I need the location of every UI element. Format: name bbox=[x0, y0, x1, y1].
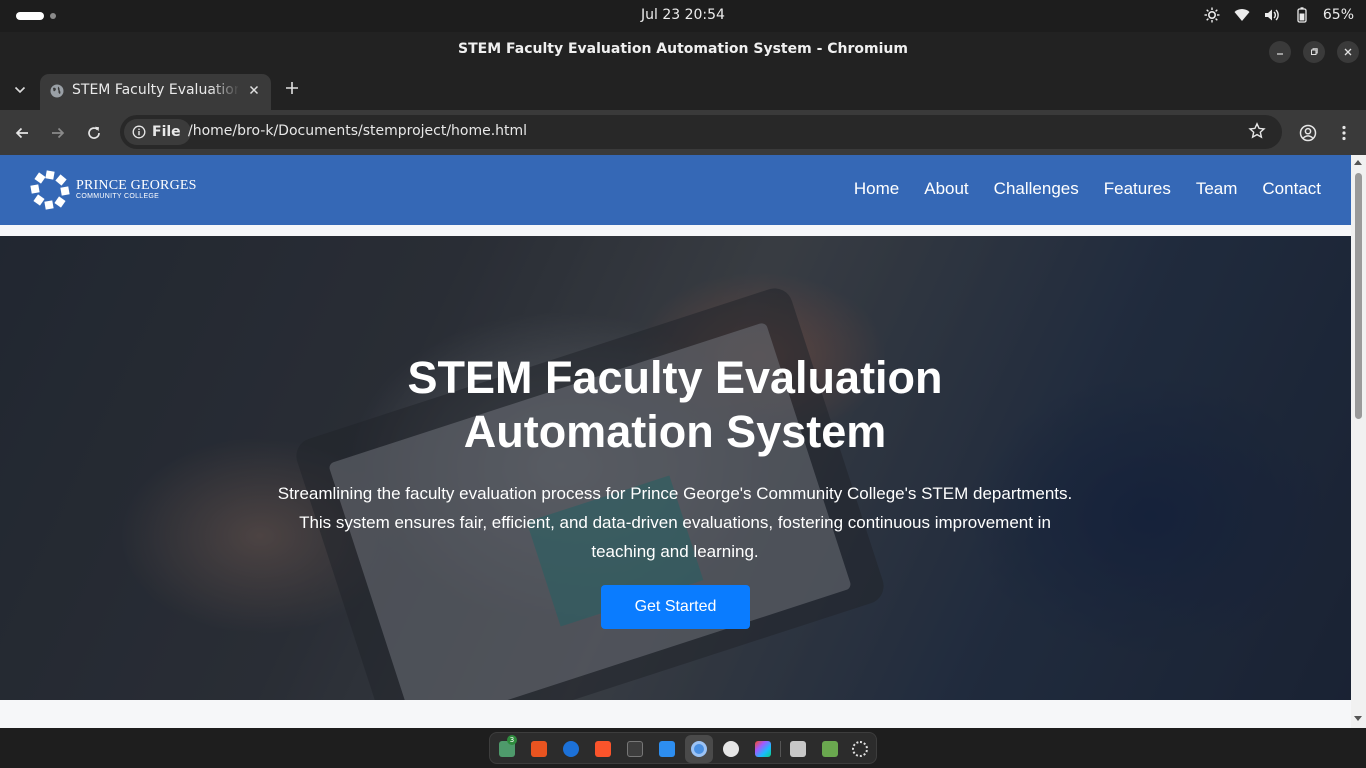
kebab-menu-icon bbox=[1342, 125, 1346, 141]
arrow-left-icon bbox=[15, 127, 28, 139]
clock[interactable]: Jul 23 20:54 bbox=[0, 7, 1366, 23]
battery-icon bbox=[1293, 6, 1311, 24]
reload-icon bbox=[88, 126, 100, 139]
minimize-button[interactable] bbox=[1269, 41, 1291, 63]
nav-link-team[interactable]: Team bbox=[1196, 179, 1238, 199]
college-logo[interactable]: PRINCE GEORGES COMMUNITY COLLEGE bbox=[30, 170, 196, 210]
dock-area: 3 bbox=[0, 728, 1366, 768]
college-logo-icon bbox=[30, 170, 70, 210]
nav-link-home[interactable]: Home bbox=[854, 179, 899, 199]
hero-title: STEM Faculty Evaluation Automation Syste… bbox=[275, 351, 1075, 459]
dock-separator bbox=[780, 741, 781, 757]
back-button[interactable] bbox=[11, 122, 33, 144]
wifi-icon bbox=[1233, 6, 1251, 24]
app-center-icon[interactable] bbox=[531, 741, 547, 757]
restore-icon bbox=[1311, 48, 1318, 55]
vscode-icon[interactable] bbox=[659, 741, 675, 757]
page-viewport: PRINCE GEORGES COMMUNITY COLLEGE Home Ab… bbox=[0, 155, 1351, 728]
close-icon bbox=[249, 85, 259, 95]
scroll-down-arrow-icon[interactable] bbox=[1354, 716, 1362, 721]
hero-title-line1: STEM Faculty Evaluation bbox=[407, 352, 943, 403]
url-text[interactable]: /home/bro-k/Documents/stemproject/home.h… bbox=[188, 123, 527, 139]
scroll-up-arrow-icon[interactable] bbox=[1354, 160, 1362, 165]
figma-icon[interactable] bbox=[755, 741, 771, 757]
minimize-icon bbox=[1277, 53, 1283, 55]
profile-icon bbox=[1299, 124, 1317, 142]
tab-strip: STEM Faculty Evaluation Automation Syste… bbox=[0, 68, 1366, 110]
volume-icon bbox=[1263, 6, 1281, 24]
help-icon[interactable] bbox=[563, 741, 579, 757]
page-scrollbar[interactable] bbox=[1351, 155, 1366, 728]
logo-text-secondary: COMMUNITY COLLEGE bbox=[76, 193, 160, 200]
plus-icon bbox=[286, 82, 298, 94]
window-title: STEM Faculty Evaluation Automation Syste… bbox=[458, 41, 908, 57]
tab-active[interactable]: STEM Faculty Evaluation Automation Syste… bbox=[40, 74, 271, 110]
terminal-icon[interactable] bbox=[627, 741, 643, 757]
battery-percent: 65% bbox=[1322, 7, 1354, 23]
site-navbar: PRINCE GEORGES COMMUNITY COLLEGE Home Ab… bbox=[0, 155, 1351, 225]
browser-toolbar: File /home/bro-k/Documents/stemproject/h… bbox=[0, 110, 1366, 155]
forward-button[interactable] bbox=[47, 122, 69, 144]
tab-close-button[interactable] bbox=[245, 81, 263, 99]
hero-subtitle: Streamlining the faculty evaluation proc… bbox=[277, 484, 1073, 561]
nav-link-contact[interactable]: Contact bbox=[1262, 179, 1321, 199]
new-tab-button[interactable] bbox=[282, 78, 302, 98]
brave-icon[interactable] bbox=[595, 741, 611, 757]
address-bar[interactable]: File /home/bro-k/Documents/stemproject/h… bbox=[120, 115, 1282, 149]
logo-text-primary: PRINCE GEORGES bbox=[76, 178, 197, 193]
text-editor-icon[interactable] bbox=[790, 741, 806, 757]
tab-search-button[interactable] bbox=[8, 80, 32, 100]
chevron-down-icon bbox=[14, 86, 26, 94]
nav-links: Home About Challenges Features Team Cont… bbox=[854, 179, 1321, 199]
nav-link-features[interactable]: Features bbox=[1104, 179, 1171, 199]
bookmark-star-icon[interactable] bbox=[1248, 122, 1268, 142]
arrow-right-icon bbox=[52, 127, 65, 139]
close-icon bbox=[1344, 48, 1352, 56]
dock: 3 bbox=[489, 732, 877, 764]
site-info-button[interactable]: File bbox=[124, 119, 191, 145]
window-titlebar[interactable]: STEM Faculty Evaluation Automation Syste… bbox=[0, 32, 1366, 68]
get-started-button[interactable]: Get Started bbox=[601, 585, 750, 629]
hero-section: STEM Faculty Evaluation Automation Syste… bbox=[0, 236, 1351, 700]
night-light-icon bbox=[1203, 6, 1221, 24]
menu-button[interactable] bbox=[1333, 122, 1355, 144]
nav-link-challenges[interactable]: Challenges bbox=[994, 179, 1079, 199]
hero-title-line2: Automation System bbox=[463, 406, 887, 457]
nav-link-about[interactable]: About bbox=[924, 179, 968, 199]
system-top-bar: Jul 23 20:54 65% bbox=[0, 0, 1366, 32]
system-tray[interactable]: 65% bbox=[1203, 6, 1354, 24]
tab-title-fade bbox=[210, 80, 240, 102]
close-window-button[interactable] bbox=[1337, 41, 1359, 63]
chromium-icon[interactable] bbox=[691, 741, 707, 757]
profile-button[interactable] bbox=[1297, 122, 1319, 144]
github-icon[interactable] bbox=[723, 741, 739, 757]
reload-button[interactable] bbox=[83, 122, 105, 144]
trash-icon[interactable] bbox=[822, 741, 838, 757]
scrollbar-thumb[interactable] bbox=[1355, 173, 1362, 419]
files-badge: 3 bbox=[507, 735, 517, 745]
maximize-button[interactable] bbox=[1303, 41, 1325, 63]
hero-content: STEM Faculty Evaluation Automation Syste… bbox=[0, 236, 1351, 700]
info-icon bbox=[132, 125, 146, 139]
show-apps-icon[interactable] bbox=[852, 741, 868, 757]
globe-icon bbox=[49, 83, 65, 99]
scheme-label: File bbox=[152, 124, 181, 140]
